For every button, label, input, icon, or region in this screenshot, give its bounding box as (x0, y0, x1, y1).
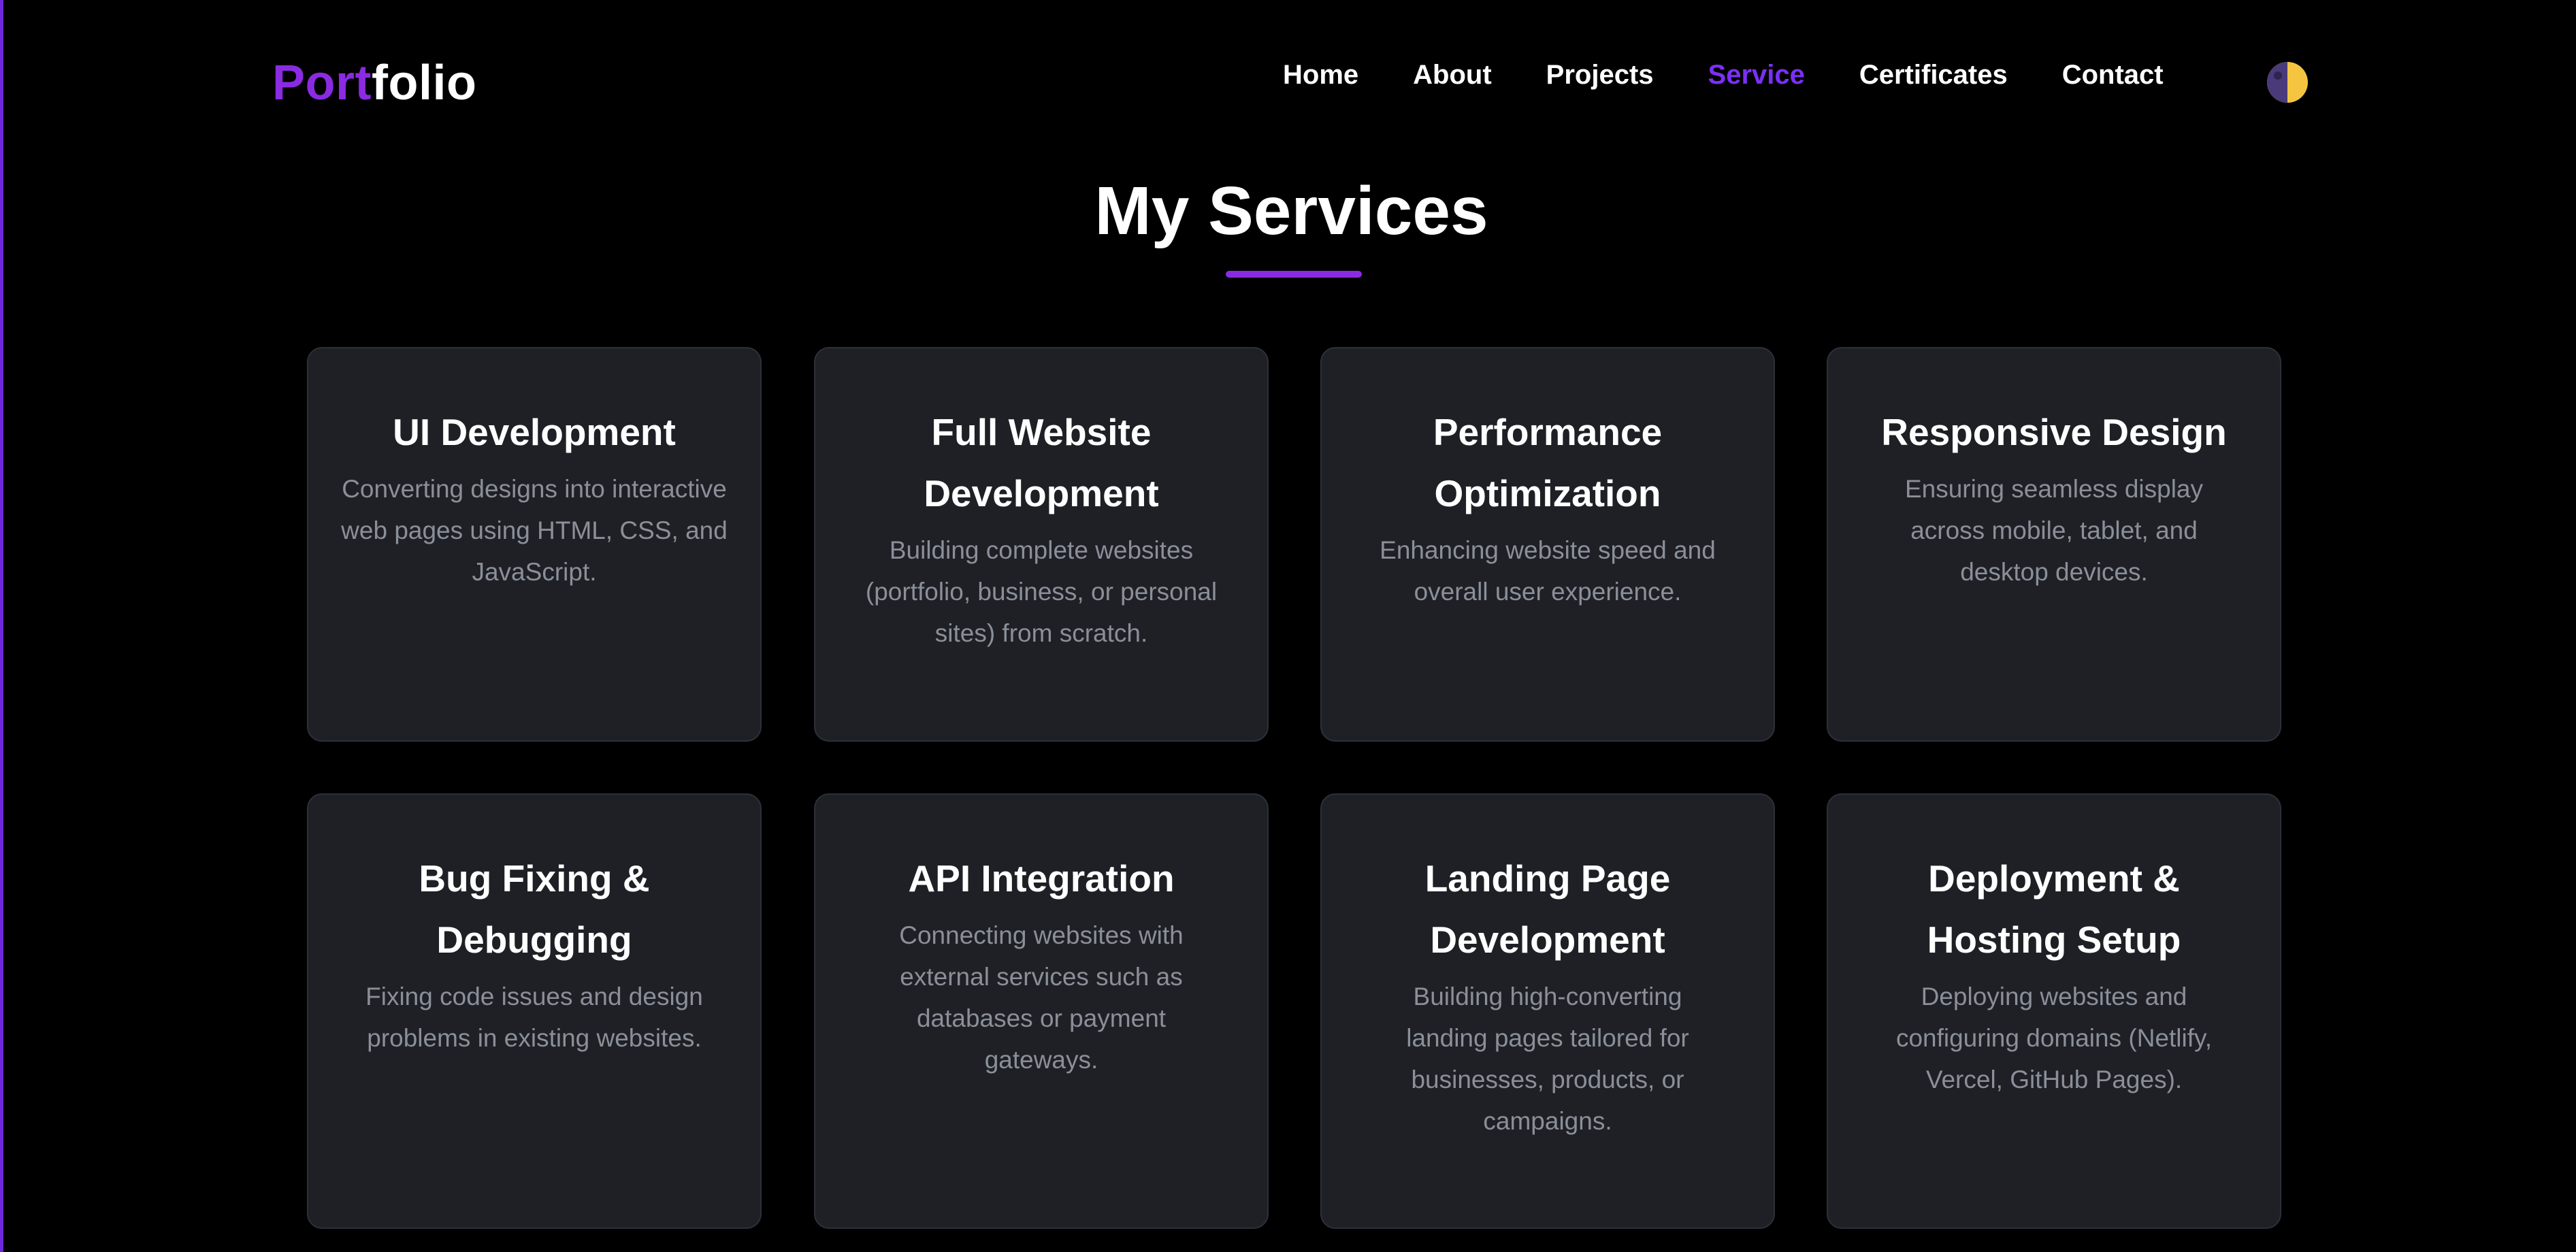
card-title: UI Development (393, 411, 676, 453)
moon-crater (2274, 71, 2282, 80)
service-card-responsive-design[interactable]: Responsive Design Ensuring seamless disp… (1827, 347, 2281, 742)
card-description: Connecting websites with external servic… (899, 921, 1184, 1074)
card-title: Bug Fixing & Debugging (419, 857, 650, 961)
section-title: My Services (1094, 173, 1488, 249)
card-title: Full Website Development (924, 411, 1159, 514)
service-card-ui-development[interactable]: UI Development Converting designs into i… (307, 347, 762, 742)
logo[interactable]: Portfolio (272, 49, 476, 117)
card-description: Fixing code issues and design problems i… (365, 983, 703, 1052)
nav-link-projects[interactable]: Projects (1546, 54, 1654, 95)
card-description: Converting designs into interactive web … (341, 475, 728, 586)
page-frame: Portfolio Home About Projects Service Ce… (0, 0, 2576, 1252)
logo-accent-text: Port (272, 56, 372, 110)
nav-link-service[interactable]: Service (1708, 54, 1805, 95)
card-description: Building complete websites (portfolio, b… (865, 536, 1218, 647)
nav-link-contact[interactable]: Contact (2062, 54, 2164, 95)
service-card-performance-optimization[interactable]: Performance Optimization Enhancing websi… (1320, 347, 1775, 742)
service-card-api-integration[interactable]: API Integration Connecting websites with… (814, 793, 1269, 1229)
service-card-bug-fixing[interactable]: Bug Fixing & Debugging Fixing code issue… (307, 793, 762, 1229)
card-title: Performance Optimization (1433, 411, 1663, 514)
nav-links: Home About Projects Service Certificates… (1283, 54, 2164, 95)
card-title: Landing Page Development (1424, 857, 1671, 961)
theme-toggle-button[interactable] (2267, 62, 2308, 103)
navbar: Portfolio Home About Projects Service Ce… (3, 0, 2576, 156)
card-title: API Integration (908, 857, 1175, 900)
card-description: Ensuring seamless display across mobile,… (1904, 475, 2204, 586)
card-description: Deploying websites and configuring domai… (1895, 983, 2213, 1093)
card-title: Deployment & Hosting Setup (1927, 857, 2181, 961)
service-card-full-website-development[interactable]: Full Website Development Building comple… (814, 347, 1269, 742)
nav-link-about[interactable]: About (1413, 54, 1492, 95)
service-card-landing-page-development[interactable]: Landing Page Development Building high-c… (1320, 793, 1775, 1229)
card-title: Responsive Design (1881, 411, 2227, 453)
half-moon-icon (2267, 62, 2287, 103)
service-card-deployment-hosting[interactable]: Deployment & Hosting Setup Deploying web… (1827, 793, 2281, 1229)
nav-link-certificates[interactable]: Certificates (1859, 54, 2008, 95)
card-description: Building high-converting landing pages t… (1406, 983, 1689, 1135)
nav-link-home[interactable]: Home (1283, 54, 1358, 95)
logo-rest-text: folio (372, 56, 477, 110)
card-description: Enhancing website speed and overall user… (1380, 536, 1716, 606)
title-underline (1226, 271, 1362, 278)
